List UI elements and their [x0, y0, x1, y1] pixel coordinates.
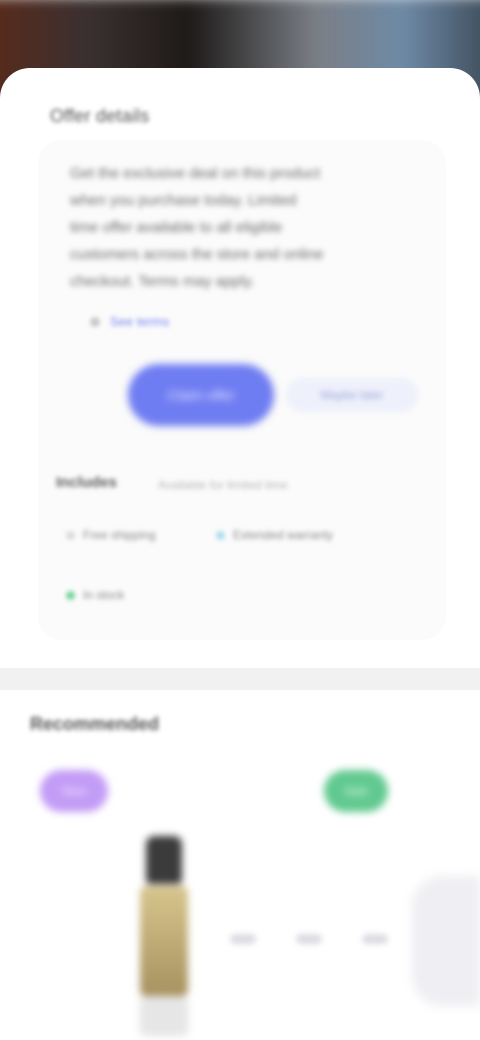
product-base: [140, 996, 188, 1036]
description-line: customers across the store and online: [70, 246, 324, 263]
tag-extended-warranty: Extended warranty: [216, 528, 333, 542]
description-line: checkout. Terms may apply.: [70, 273, 255, 290]
includes-heading: Includes: [56, 474, 117, 491]
info-icon: [90, 316, 100, 327]
recommendations-section: [0, 690, 480, 1040]
bullet-icon: [66, 530, 75, 540]
tag-label: Extended warranty: [233, 528, 334, 542]
sale-filter-pill[interactable]: Sale: [324, 770, 388, 812]
tag-label: Free shipping: [83, 528, 156, 542]
tag-label: In stock: [83, 588, 125, 602]
carousel-dot[interactable]: [362, 934, 388, 944]
sheet-title: Offer details: [50, 106, 150, 126]
description-line: time offer available to all eligible: [70, 219, 283, 236]
product-cap: [146, 836, 182, 884]
description-line: Get the exclusive deal on this product: [70, 165, 321, 182]
side-panel-handle[interactable]: [412, 876, 480, 1006]
new-filter-pill[interactable]: New: [40, 770, 108, 812]
bullet-icon: [66, 590, 75, 600]
recommendations-title: Recommended: [30, 714, 160, 734]
carousel-dot[interactable]: [296, 934, 322, 944]
description-line: when you purchase today. Limited: [70, 192, 297, 209]
carousel-indicator: [230, 934, 388, 944]
terms-link-label: See terms: [110, 314, 170, 329]
product-image[interactable]: [136, 836, 192, 1036]
claim-offer-button[interactable]: Claim offer: [128, 364, 274, 426]
page: Offer details Get the exclusive deal on …: [0, 0, 480, 1040]
section-divider: [0, 668, 480, 690]
bullet-icon: [216, 530, 225, 540]
product-body: [140, 886, 188, 996]
offer-description: Get the exclusive deal on this product w…: [70, 160, 400, 295]
maybe-later-button[interactable]: Maybe later: [286, 378, 418, 412]
tag-free-shipping: Free shipping: [66, 528, 156, 542]
terms-link[interactable]: See terms: [90, 314, 169, 329]
tag-in-stock: In stock: [66, 588, 124, 602]
includes-subheading: Available for limited time: [158, 478, 288, 492]
carousel-dot[interactable]: [230, 934, 256, 944]
